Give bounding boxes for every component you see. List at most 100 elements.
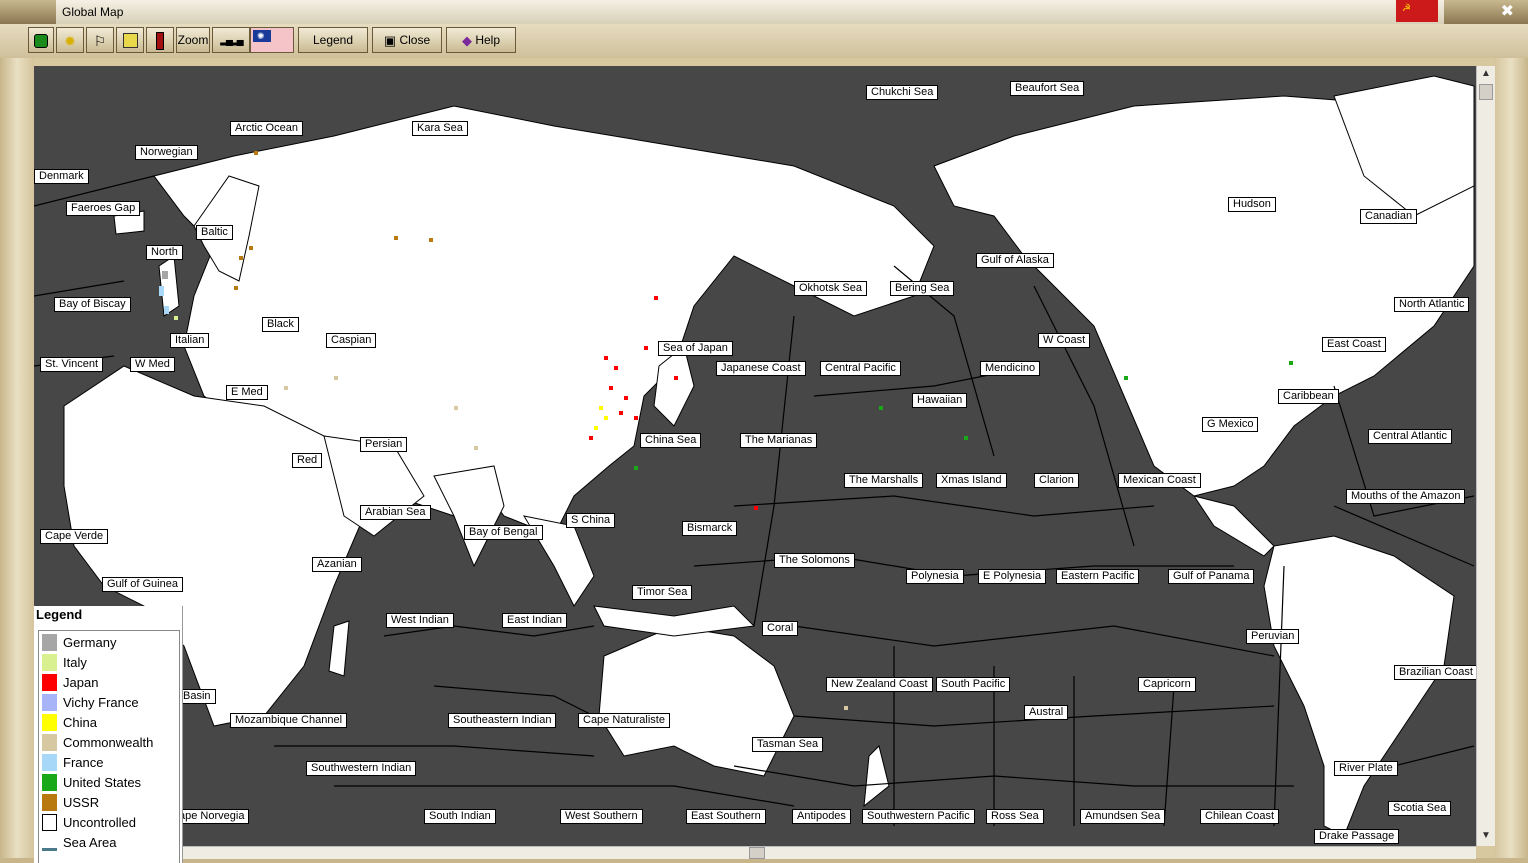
region-timor-sea[interactable]: Timor Sea	[632, 585, 693, 600]
region-peruvian[interactable]: Peruvian	[1246, 629, 1300, 644]
region-azanian[interactable]: Azanian	[312, 557, 362, 572]
region-gulf-of-guinea[interactable]: Gulf of Guinea	[102, 577, 183, 592]
region-xmas-island[interactable]: Xmas Island	[936, 473, 1007, 488]
region-st-vincent[interactable]: St. Vincent	[40, 357, 103, 372]
region-polynesia[interactable]: Polynesia	[906, 569, 964, 584]
region-denmark[interactable]: Denmark	[34, 169, 89, 184]
flag-outline-icon[interactable]: ⚐	[86, 27, 114, 53]
tower-icon[interactable]	[146, 27, 174, 53]
region-w-coast[interactable]: W Coast	[1038, 333, 1091, 348]
region-eastern-pacific[interactable]: Eastern Pacific	[1056, 569, 1140, 584]
board-icon[interactable]	[116, 27, 144, 53]
region-gulf-of-panama[interactable]: Gulf of Panama	[1168, 569, 1255, 584]
region-okhotsk-sea[interactable]: Okhotsk Sea	[794, 281, 867, 296]
region-canadian[interactable]: Canadian	[1360, 209, 1418, 224]
region-norwegian[interactable]: Norwegian	[135, 145, 198, 160]
region-southwestern-pacific[interactable]: Southwestern Pacific	[862, 809, 975, 824]
region-baltic[interactable]: Baltic	[196, 225, 233, 240]
region-coral[interactable]: Coral	[762, 621, 799, 636]
region-caribbean[interactable]: Caribbean	[1278, 389, 1339, 404]
region-red[interactable]: Red	[292, 453, 323, 468]
scroll-up-icon[interactable]: ▲	[1477, 66, 1495, 82]
region-west-indian[interactable]: West Indian	[386, 613, 454, 628]
region-arabian-sea[interactable]: Arabian Sea	[360, 505, 431, 520]
region-mexican-coast[interactable]: Mexican Coast	[1118, 473, 1201, 488]
region-beaufort-sea[interactable]: Beaufort Sea	[1010, 81, 1085, 96]
region-east-southern[interactable]: East Southern	[686, 809, 766, 824]
region-north[interactable]: North	[146, 245, 183, 260]
window-close-icon[interactable]: ✖	[1444, 0, 1528, 24]
region-the-marianas[interactable]: The Marianas	[740, 433, 818, 448]
zoom-button[interactable]: Zoom	[176, 27, 210, 53]
region-southwestern-indian[interactable]: Southwestern Indian	[306, 761, 417, 776]
region-austral[interactable]: Austral	[1024, 705, 1069, 720]
horizontal-scrollbar[interactable]	[34, 846, 1476, 859]
region-capricorn[interactable]: Capricorn	[1138, 677, 1196, 692]
region-the-solomons[interactable]: The Solomons	[774, 553, 855, 568]
region-caspian[interactable]: Caspian	[326, 333, 377, 348]
region-china-sea[interactable]: China Sea	[640, 433, 702, 448]
region-gulf-of-alaska[interactable]: Gulf of Alaska	[976, 253, 1054, 268]
region-hudson[interactable]: Hudson	[1228, 197, 1276, 212]
vertical-scrollbar[interactable]: ▲ ▼	[1476, 66, 1495, 846]
region-s-china[interactable]: S China	[566, 513, 616, 528]
region-chilean-coast[interactable]: Chilean Coast	[1200, 809, 1280, 824]
sun-icon[interactable]: ✹	[56, 27, 84, 53]
region-mouths-of-the-amazon[interactable]: Mouths of the Amazon	[1346, 489, 1466, 504]
region-river-plate[interactable]: River Plate	[1334, 761, 1398, 776]
region-persian[interactable]: Persian	[360, 437, 408, 452]
region-central-atlantic[interactable]: Central Atlantic	[1368, 429, 1452, 444]
region-cape-norvegia[interactable]: ape Norvegia	[174, 809, 250, 824]
region-e-polynesia[interactable]: E Polynesia	[978, 569, 1047, 584]
region-antipodes[interactable]: Antipodes	[792, 809, 851, 824]
region-cape-naturaliste[interactable]: Cape Naturaliste	[578, 713, 670, 728]
nationalist-china-flag-icon[interactable]: ✺	[250, 27, 294, 53]
close-button[interactable]: ▣ Close	[372, 27, 442, 53]
region-japanese-coast[interactable]: Japanese Coast	[716, 361, 806, 376]
region-hawaiian[interactable]: Hawaiian	[912, 393, 968, 408]
region-black[interactable]: Black	[262, 317, 299, 332]
help-button[interactable]: ◆ Help	[446, 27, 516, 53]
region-arctic-ocean[interactable]: Arctic Ocean	[230, 121, 303, 136]
region-bismarck[interactable]: Bismarck	[682, 521, 738, 536]
region-south-indian[interactable]: South Indian	[424, 809, 496, 824]
region-south-pacific[interactable]: South Pacific	[936, 677, 1011, 692]
region-g-mexico[interactable]: G Mexico	[1202, 417, 1259, 432]
region-bay-of-biscay[interactable]: Bay of Biscay	[54, 297, 131, 312]
world-map[interactable]: Chukchi Sea Beaufort Sea Arctic Ocean Ka…	[34, 66, 1476, 846]
region-sea-of-japan[interactable]: Sea of Japan	[658, 341, 733, 356]
region-scotia-sea[interactable]: Scotia Sea	[1388, 801, 1452, 816]
region-ross-sea[interactable]: Ross Sea	[986, 809, 1044, 824]
region-chukchi-sea[interactable]: Chukchi Sea	[866, 85, 939, 100]
region-amundsen-sea[interactable]: Amundsen Sea	[1080, 809, 1166, 824]
region-italian[interactable]: Italian	[170, 333, 210, 348]
region-the-marshalls[interactable]: The Marshalls	[844, 473, 924, 488]
region-clarion[interactable]: Clarion	[1034, 473, 1079, 488]
region-bering-sea[interactable]: Bering Sea	[890, 281, 955, 296]
region-w-med[interactable]: W Med	[130, 357, 175, 372]
region-mozambique-channel[interactable]: Mozambique Channel	[230, 713, 348, 728]
region-bay-of-bengal[interactable]: Bay of Bengal	[464, 525, 543, 540]
region-basin[interactable]: Basin	[178, 689, 216, 704]
region-new-zealand-coast[interactable]: New Zealand Coast	[826, 677, 933, 692]
region-east-indian[interactable]: East Indian	[502, 613, 568, 628]
region-brazilian-coast[interactable]: Brazilian Coast	[1394, 665, 1476, 680]
region-faeroes-gap[interactable]: Faeroes Gap	[66, 201, 141, 216]
region-cape-verde[interactable]: Cape Verde	[40, 529, 109, 544]
region-tasman-sea[interactable]: Tasman Sea	[752, 737, 824, 752]
legend-button[interactable]: Legend	[298, 27, 368, 53]
region-kara-sea[interactable]: Kara Sea	[412, 121, 468, 136]
region-west-southern[interactable]: West Southern	[560, 809, 643, 824]
region-central-pacific[interactable]: Central Pacific	[820, 361, 901, 376]
horizontal-scroll-thumb[interactable]	[749, 847, 765, 859]
scroll-down-icon[interactable]: ▼	[1477, 828, 1495, 844]
region-e-med[interactable]: E Med	[226, 385, 268, 400]
region-southeastern-indian[interactable]: Southeastern Indian	[448, 713, 557, 728]
hex-unit-icon[interactable]	[28, 27, 54, 53]
region-mendicino[interactable]: Mendicino	[980, 361, 1041, 376]
vertical-scroll-thumb[interactable]	[1479, 84, 1493, 100]
ships-icon[interactable]: ▂▄▂▄	[212, 27, 250, 53]
region-east-coast[interactable]: East Coast	[1322, 337, 1386, 352]
region-north-atlantic[interactable]: North Atlantic	[1394, 297, 1470, 312]
region-drake-passage[interactable]: Drake Passage	[1314, 829, 1400, 844]
